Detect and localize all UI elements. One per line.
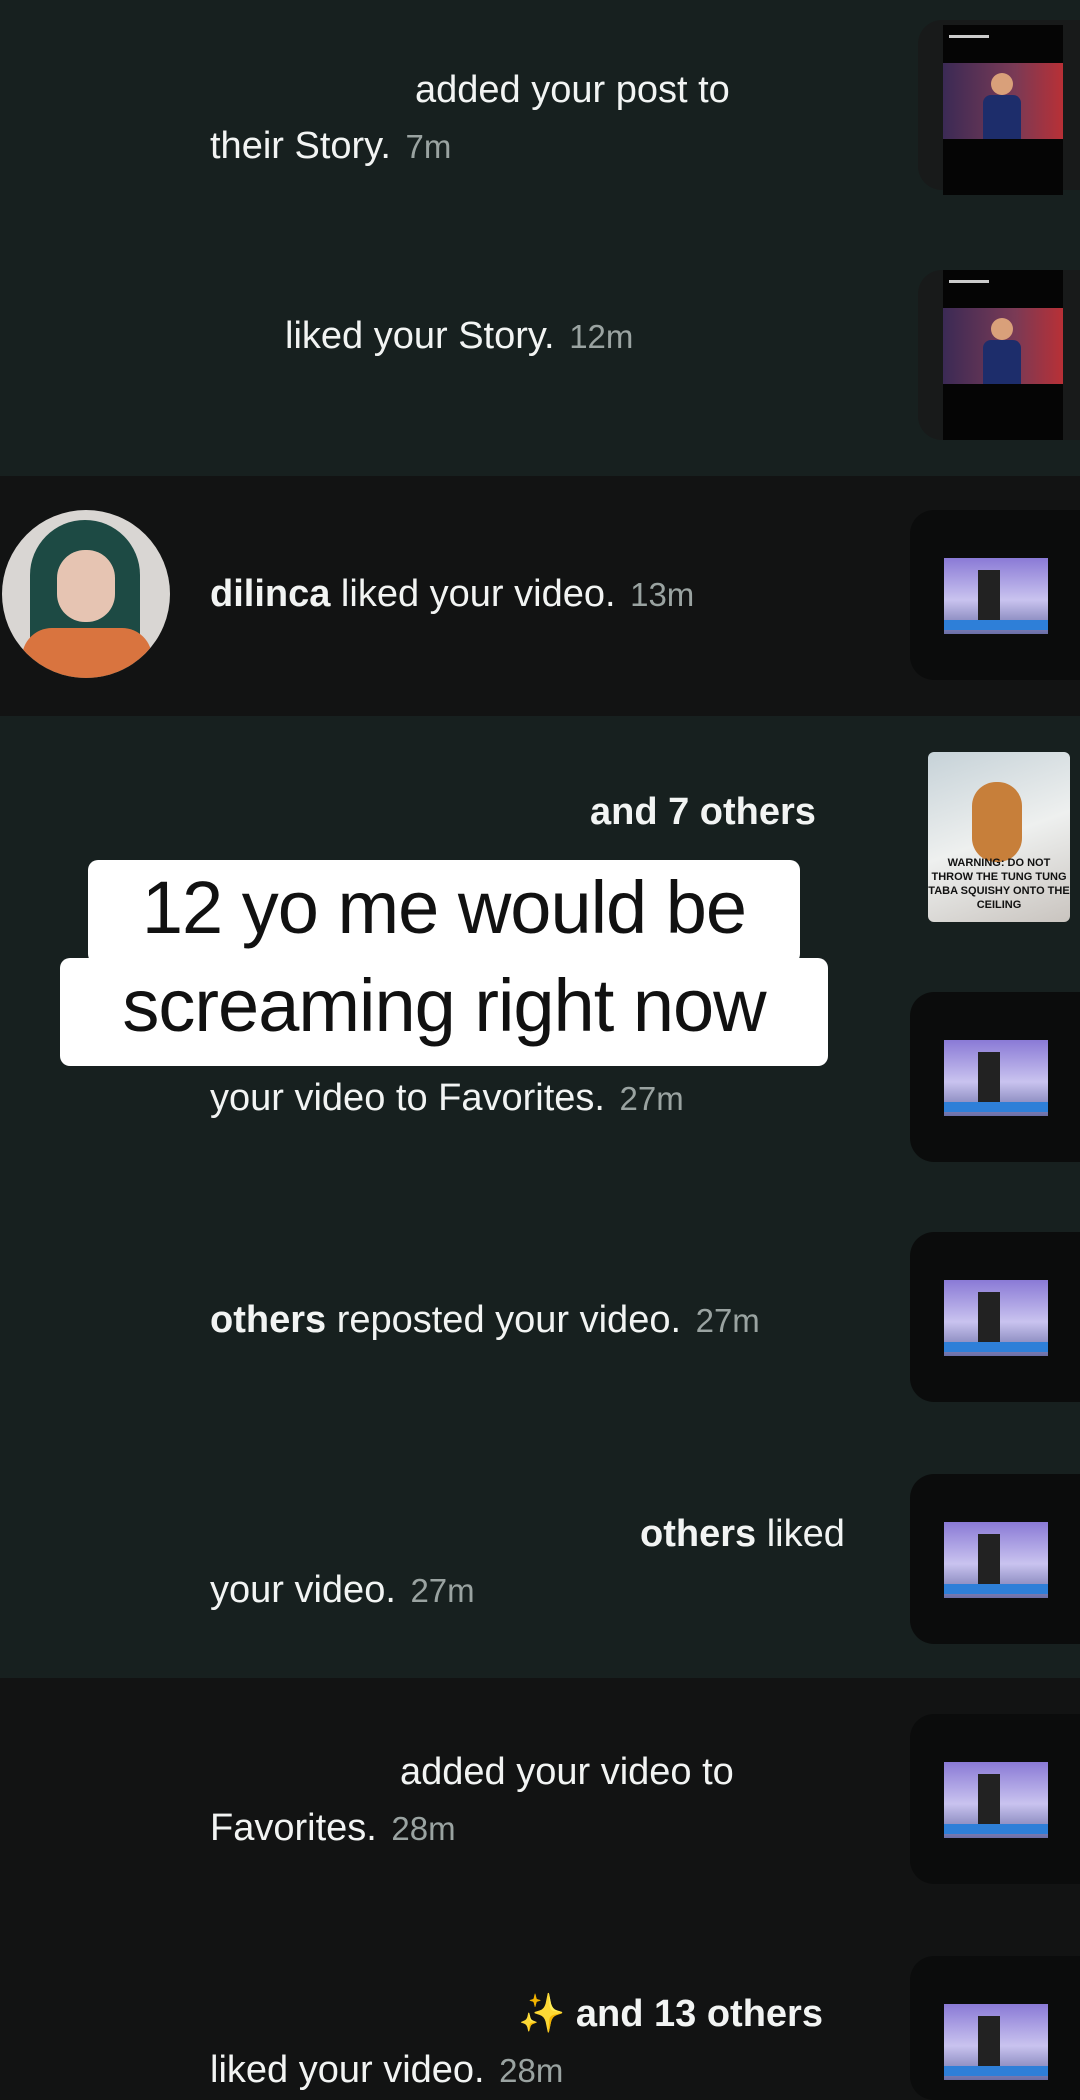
notification-text-2: your video. [210, 1569, 396, 1611]
video-thumbnail-card[interactable] [910, 1714, 1080, 1884]
username[interactable]: dilinca [210, 573, 330, 615]
warning-text: WARNING: DO NOT THROW THE TUNG TUNG TABA… [928, 857, 1070, 911]
sparkle-emoji: ✨ [518, 1993, 566, 2035]
notification-text: liked your video. [330, 573, 616, 615]
video-thumbnail-card[interactable] [910, 1474, 1080, 1644]
notification-text: your video to Favorites. [210, 1077, 605, 1119]
user-avatar[interactable] [2, 510, 170, 678]
post-thumbnail [943, 25, 1063, 195]
post-thumbnail-card[interactable] [918, 270, 1080, 440]
post-thumbnail-card[interactable] [918, 20, 1080, 195]
caption-line-2: screaming right now [60, 958, 828, 1066]
notification-row[interactable]: ✨ and 13 others liked your video. 28m [0, 1956, 1080, 2100]
video-thumbnail-card[interactable] [910, 1956, 1080, 2100]
notification-row[interactable]: liked your Story. 12m [0, 260, 1080, 440]
notification-text: reposted your video. [326, 1299, 682, 1341]
notification-time: 27m [410, 1572, 475, 1609]
post-thumbnail [943, 270, 1063, 440]
username[interactable]: others [640, 1513, 756, 1555]
video-thumbnail-card[interactable] [910, 510, 1080, 680]
notification-time: 28m [391, 1810, 456, 1847]
notification-time: 13m [630, 576, 695, 613]
notification-row[interactable]: others liked your video. 27m [0, 1474, 1080, 1644]
video-thumbnail [944, 1762, 1048, 1838]
comment-thumbnail: WARNING: DO NOT THROW THE TUNG TUNG TABA… [928, 752, 1070, 922]
notification-text: added your video to [400, 1751, 734, 1793]
video-thumbnail-card[interactable] [910, 992, 1080, 1162]
notification-text: liked your Story. [285, 315, 555, 357]
video-thumbnail [944, 2004, 1048, 2080]
notification-text-2: their Story. [210, 125, 391, 167]
notification-row[interactable]: added your video to Favorites. 28m [0, 1714, 1080, 1884]
notification-text-2: Favorites. [210, 1807, 377, 1849]
video-thumbnail-card[interactable] [910, 1232, 1080, 1402]
video-thumbnail [944, 1040, 1048, 1116]
video-thumbnail [944, 558, 1048, 634]
username[interactable]: others [210, 1299, 326, 1341]
comment-thumbnail-card[interactable]: WARNING: DO NOT THROW THE TUNG TUNG TABA… [920, 740, 1080, 922]
notification-text: liked [756, 1513, 845, 1555]
notification-text-2: liked your video. [210, 2049, 485, 2091]
username[interactable]: and 13 others [576, 1993, 823, 2035]
caption-overlay: 12 yo me would be screaming right now [60, 860, 828, 1078]
notification-time: 28m [499, 2052, 564, 2089]
notification-time: 27m [619, 1080, 684, 1117]
notification-time: 7m [405, 128, 452, 165]
caption-line-1: 12 yo me would be [88, 860, 800, 964]
video-thumbnail [944, 1280, 1048, 1356]
notification-text: added your post to [415, 69, 730, 111]
notification-row[interactable]: dilinca liked your video. 13m [0, 510, 1080, 680]
notification-row[interactable]: others reposted your video. 27m [0, 1232, 1080, 1402]
notification-text: and 7 others [590, 791, 816, 833]
notification-time: 27m [695, 1302, 760, 1339]
notification-time: 12m [569, 318, 634, 355]
video-thumbnail [944, 1522, 1048, 1598]
notification-row[interactable]: added your post to their Story. 7m [0, 20, 1080, 200]
